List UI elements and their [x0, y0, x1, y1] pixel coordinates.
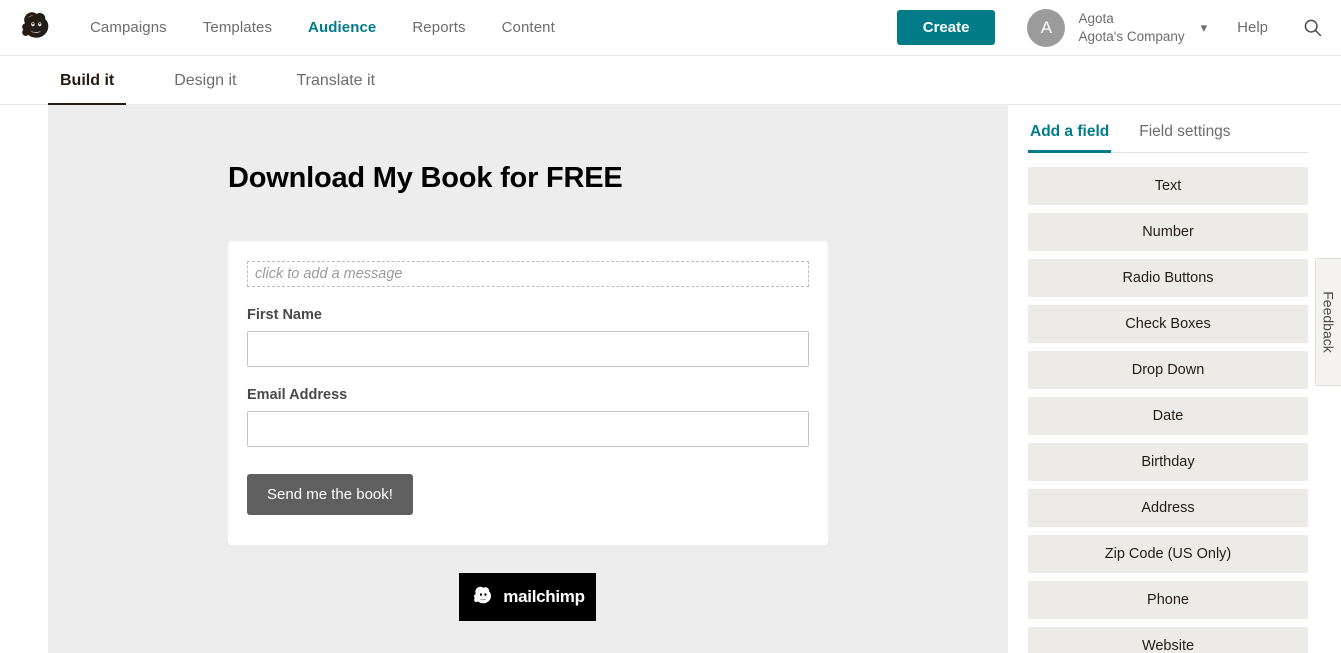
tab-add-a-field[interactable]: Add a field [1028, 119, 1112, 153]
top-header: Campaigns Templates Audience Reports Con… [0, 0, 1341, 56]
avatar[interactable]: A [1027, 8, 1066, 47]
field-sidebar: Add a field Field settings Text Number R… [1008, 105, 1341, 653]
email-address-input[interactable] [247, 411, 809, 447]
field-type-birthday[interactable]: Birthday [1028, 443, 1308, 481]
tab-design-it[interactable]: Design it [162, 56, 248, 106]
field-type-number[interactable]: Number [1028, 213, 1308, 251]
mailchimp-badge[interactable]: mailchimp [459, 573, 596, 621]
nav-item-templates[interactable]: Templates [203, 19, 272, 36]
account-info[interactable]: Agota Agota's Company [1078, 10, 1184, 46]
field-type-radio-buttons[interactable]: Radio Buttons [1028, 259, 1308, 297]
nav-item-audience[interactable]: Audience [308, 19, 376, 36]
search-icon[interactable] [1302, 17, 1323, 38]
mailchimp-badge-text: mailchimp [503, 587, 585, 606]
field-type-website[interactable]: Website [1028, 627, 1308, 653]
nav-item-campaigns[interactable]: Campaigns [90, 19, 167, 36]
form-preview-area: Download My Book for FREE click to add a… [48, 105, 1008, 653]
nav-item-reports[interactable]: Reports [412, 19, 465, 36]
add-message-placeholder[interactable]: click to add a message [247, 261, 809, 287]
email-address-label: Email Address [247, 387, 348, 403]
tab-field-settings[interactable]: Field settings [1137, 119, 1232, 152]
tab-build-it[interactable]: Build it [48, 56, 127, 107]
main-body: Download My Book for FREE click to add a… [0, 105, 1341, 653]
submit-button[interactable]: Send me the book! [247, 474, 413, 515]
field-type-zip-code[interactable]: Zip Code (US Only) [1028, 535, 1308, 573]
tab-translate-it[interactable]: Translate it [284, 56, 387, 106]
field-type-drop-down[interactable]: Drop Down [1028, 351, 1308, 389]
mailchimp-freddie-logo-icon [474, 586, 492, 604]
field-type-text[interactable]: Text [1028, 167, 1308, 205]
account-name: Agota [1078, 10, 1114, 26]
field-type-list: Text Number Radio Buttons Check Boxes Dr… [1028, 167, 1308, 653]
account-company: Agota's Company [1078, 28, 1185, 44]
header-right-cluster: Create A Agota Agota's Company ▾ Help [896, 8, 1341, 47]
feedback-tab-label: Feedback [1320, 291, 1337, 353]
field-type-date[interactable]: Date [1028, 397, 1308, 435]
signup-form-card: click to add a message First Name Email … [228, 241, 828, 545]
create-button[interactable]: Create [896, 10, 996, 45]
page-title: Download My Book for FREE [228, 162, 623, 194]
nav-item-content[interactable]: Content [502, 19, 555, 36]
left-gutter [0, 105, 48, 653]
field-type-phone[interactable]: Phone [1028, 581, 1308, 619]
sidebar-tabs: Add a field Field settings [1028, 119, 1308, 153]
chevron-down-icon[interactable]: ▾ [1201, 20, 1208, 36]
field-type-address[interactable]: Address [1028, 489, 1308, 527]
field-type-check-boxes[interactable]: Check Boxes [1028, 305, 1308, 343]
feedback-tab[interactable]: Feedback [1315, 258, 1341, 386]
first-name-input[interactable] [247, 331, 809, 367]
help-link[interactable]: Help [1237, 19, 1268, 36]
freddie-logo-svg [22, 11, 49, 38]
first-name-label: First Name [247, 307, 322, 323]
mailchimp-freddie-logo-icon[interactable] [10, 8, 62, 48]
form-step-tabs: Build it Design it Translate it [0, 56, 1341, 107]
main-nav: Campaigns Templates Audience Reports Con… [90, 19, 555, 36]
